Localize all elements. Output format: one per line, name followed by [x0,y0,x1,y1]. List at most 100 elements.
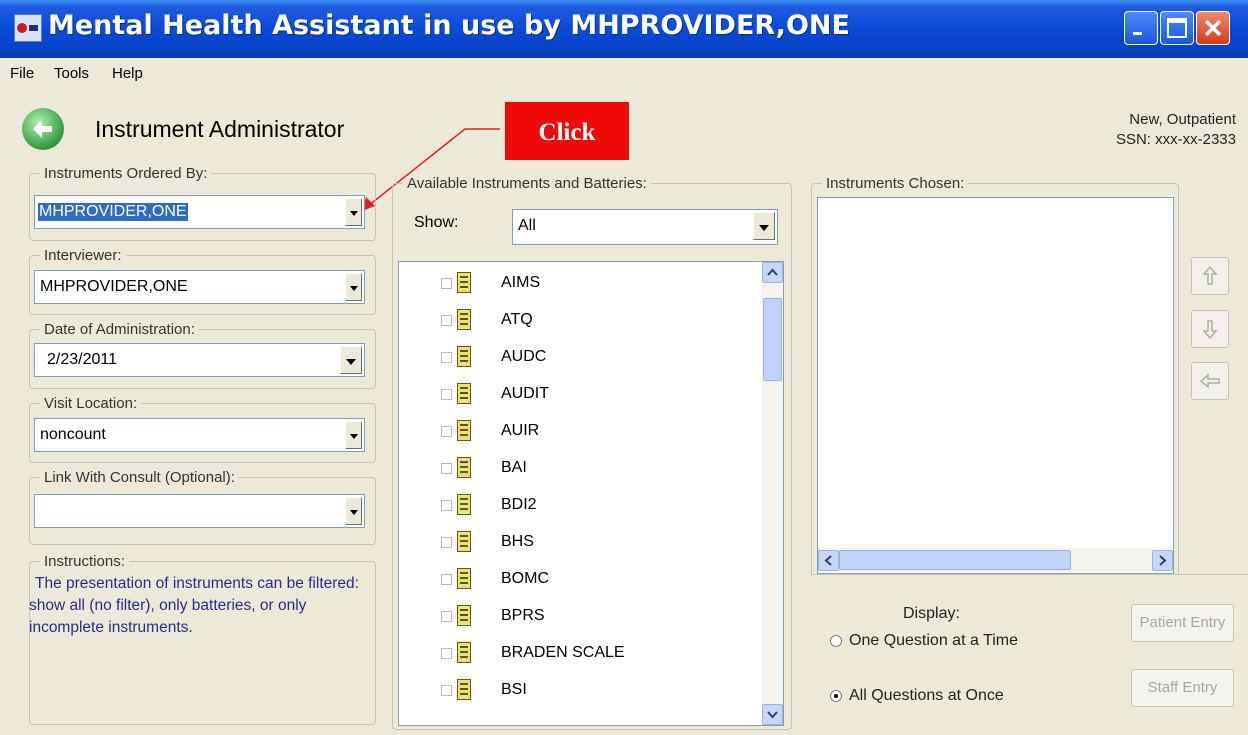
radio-label: One Question at a Time [849,632,1018,649]
date-legend: Date of Administration: [44,321,195,338]
checkbox[interactable] [441,278,452,289]
instructions-text: The presentation of instruments can be f… [29,575,359,636]
checkbox[interactable] [441,426,452,437]
show-filter-value: All [518,217,536,234]
scroll-thumb[interactable] [839,550,1071,570]
scroll-thumb[interactable] [763,298,782,381]
date-picker[interactable]: 2/23/2011 [34,343,365,377]
list-item[interactable]: AIMS [441,268,761,302]
checkbox[interactable] [441,500,452,511]
list-item[interactable]: BDI2 [441,490,761,524]
ordered-by-combo[interactable]: MHPROVIDER,ONE [34,195,365,229]
chevron-right-icon [1159,555,1167,566]
list-item[interactable]: BRADEN SCALE [441,638,761,672]
checkbox[interactable] [441,648,452,659]
chevron-down-icon[interactable] [345,497,362,525]
chevron-down-icon [767,711,778,719]
remove-button[interactable] [1191,362,1229,400]
scroll-left-button[interactable] [818,550,839,571]
checkbox[interactable] [441,685,452,696]
click-annotation: Click [505,102,629,160]
document-icon [457,346,471,367]
title-bar[interactable]: Mental Health Assistant in use by MHPROV… [0,0,1248,58]
list-item-label: AIMS [501,274,541,291]
list-item[interactable]: AUDIT [441,379,761,413]
chevron-up-icon [767,268,778,276]
checkbox[interactable] [441,574,452,585]
list-item[interactable]: BPRS [441,601,761,635]
list-item[interactable]: BHS [441,527,761,561]
radio-button[interactable] [830,690,842,702]
document-icon [457,309,471,330]
chosen-list[interactable] [817,197,1174,574]
interviewer-value: MHPROVIDER,ONE [40,278,188,295]
checkbox[interactable] [441,352,452,363]
list-item[interactable]: ATQ [441,305,761,339]
move-down-button[interactable] [1191,310,1229,348]
available-vertical-scrollbar[interactable] [762,262,783,725]
available-list[interactable]: AIMS ATQ AUDC AUDIT AUIR BAI BDI2 BHS BO… [398,261,784,726]
list-item-label: AUDC [501,348,547,365]
consult-combo[interactable] [34,494,365,528]
menu-bar: File Tools Help [0,58,1248,93]
interviewer-combo[interactable]: MHPROVIDER,ONE [34,270,365,304]
scroll-right-button[interactable] [1152,550,1173,571]
list-item-label: AUDIT [501,385,549,402]
close-button[interactable] [1196,11,1230,45]
list-item[interactable]: BOMC [441,564,761,598]
staff-entry-button[interactable]: Staff Entry [1131,669,1234,707]
maximize-button[interactable] [1160,11,1194,45]
chevron-down-icon[interactable] [340,346,362,374]
instructions-legend: Instructions: [44,553,125,570]
document-icon [457,494,471,515]
interviewer-legend: Interviewer: [44,247,122,264]
arrow-down-icon [1202,320,1218,340]
minimize-button[interactable] [1124,11,1158,45]
checkbox[interactable] [441,389,452,400]
date-value: 2/23/2011 [47,351,117,368]
checkbox[interactable] [441,611,452,622]
location-combo[interactable]: noncount [34,418,365,452]
checkbox[interactable] [441,463,452,474]
patient-entry-button[interactable]: Patient Entry [1131,604,1234,642]
list-item[interactable]: AUDC [441,342,761,376]
chevron-down-icon[interactable] [345,198,362,226]
list-item-label: AUIR [501,422,540,439]
back-button[interactable] [22,108,64,150]
show-label: Show: [414,214,459,231]
move-up-button[interactable] [1191,257,1229,295]
list-item-label: BRADEN SCALE [501,644,625,661]
location-value: noncount [40,426,106,443]
chevron-down-icon[interactable] [345,273,362,301]
document-icon [457,531,471,552]
patient-status: New, Outpatient [1129,111,1236,128]
window-title: Mental Health Assistant in use by MHPROV… [48,10,850,41]
radio-button[interactable] [830,635,842,647]
list-item-label: BAI [501,459,527,476]
menu-help[interactable]: Help [112,65,143,82]
scroll-down-button[interactable] [762,704,783,725]
menu-tools[interactable]: Tools [54,65,89,82]
list-item-label: BPRS [501,607,545,624]
list-item-label: ATQ [501,311,533,328]
scroll-up-button[interactable] [762,262,783,283]
menu-file[interactable]: File [10,65,34,82]
chevron-left-icon [824,555,832,566]
chevron-down-icon[interactable] [753,212,775,240]
document-icon [457,679,471,700]
app-icon[interactable] [14,14,42,42]
list-item[interactable]: BSI [441,675,761,709]
document-icon [457,568,471,589]
list-item[interactable]: AUIR [441,416,761,450]
show-filter-combo[interactable]: All [512,209,778,245]
list-item[interactable]: BAI [441,453,761,487]
checkbox[interactable] [441,537,452,548]
chevron-down-icon[interactable] [345,421,362,449]
chosen-horizontal-scrollbar[interactable] [818,548,1173,572]
back-arrow-icon [33,120,52,138]
page-title: Instrument Administrator [95,116,345,142]
patient-info: New, Outpatient SSN: xxx-xx-2333 [1116,110,1236,150]
ordered-by-value: MHPROVIDER,ONE [38,203,188,221]
document-icon [457,383,471,404]
checkbox[interactable] [441,315,452,326]
